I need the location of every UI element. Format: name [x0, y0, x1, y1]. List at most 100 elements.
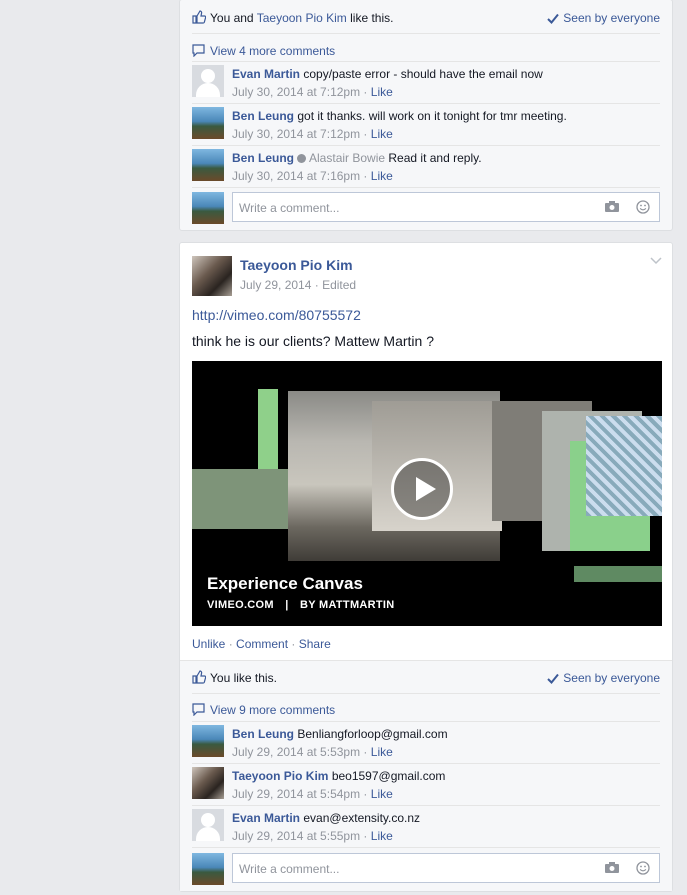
comment-timestamp[interactable]: July 29, 2014 at 5:53pm [232, 745, 360, 759]
divider [192, 847, 660, 848]
comment-text: copy/paste error - should have the email… [303, 67, 543, 81]
camera-icon[interactable] [605, 201, 619, 212]
check-icon [547, 13, 560, 24]
unlike-link[interactable]: Unlike [192, 637, 225, 651]
post-link[interactable]: http://vimeo.com/80755572 [192, 307, 361, 323]
comment-text: beo1597@gmail.com [331, 769, 446, 783]
seen-by-everyone[interactable]: Seen by everyone [547, 9, 660, 27]
divider [192, 33, 660, 34]
comment-item: Ben Leung Alastair Bowie Read it and rep… [192, 149, 660, 185]
comment-body: Evan Martin copy/paste error - should ha… [232, 67, 543, 99]
divider [192, 805, 660, 806]
comment-input[interactable]: Write a comment... [232, 192, 660, 222]
avatar[interactable] [192, 149, 224, 181]
thumbs-up-icon [192, 670, 206, 684]
post-card-2: Taeyoon Pio Kim July 29, 2014 · Edited h… [179, 242, 673, 892]
comment-timestamp[interactable]: July 29, 2014 at 5:54pm [232, 787, 360, 801]
comment-body: Ben Leung got it thanks. will work on it… [232, 109, 567, 141]
comment-placeholder: Write a comment... [239, 201, 340, 215]
seen-label: Seen by everyone [563, 11, 660, 25]
avatar[interactable] [192, 853, 224, 885]
smiley-icon[interactable] [636, 200, 650, 214]
ufi-area: You like this. Seen by everyone View 9 m… [180, 660, 672, 891]
comment-item: Ben Leung Benliangforloop@gmail.com July… [192, 725, 660, 761]
divider [192, 721, 660, 722]
comment-author-link[interactable]: Taeyoon Pio Kim [232, 769, 328, 783]
comment-text: Read it and reply. [388, 151, 482, 165]
post-edited[interactable]: Edited [322, 278, 356, 292]
comment-like-link[interactable]: Like [371, 169, 393, 183]
comment-placeholder: Write a comment... [239, 862, 340, 876]
comment-body: Taeyoon Pio Kim beo1597@gmail.com July 2… [232, 769, 446, 801]
comment-timestamp[interactable]: July 29, 2014 at 5:55pm [232, 829, 360, 843]
seen-by-everyone[interactable]: Seen by everyone [547, 669, 660, 687]
camera-icon[interactable] [605, 862, 619, 873]
likes-text: You like this. [210, 671, 277, 685]
thumbs-up-icon [192, 10, 206, 24]
divider [192, 145, 660, 146]
action-separator: · [228, 637, 233, 651]
post-author-link[interactable]: Taeyoon Pio Kim [240, 257, 353, 273]
smiley-icon[interactable] [636, 861, 650, 875]
play-icon [414, 475, 438, 503]
likes-name-link[interactable]: Taeyoon Pio Kim [257, 11, 347, 25]
likes-row: You and Taeyoon Pio Kim like this. Seen … [192, 9, 660, 27]
comment-item: Taeyoon Pio Kim beo1597@gmail.com July 2… [192, 767, 660, 803]
likes-row: You like this. Seen by everyone [192, 669, 660, 687]
comment-like-link[interactable]: Like [371, 787, 393, 801]
comment-item: Evan Martin evan@extensity.co.nz July 29… [192, 809, 660, 845]
comment-body: Evan Martin evan@extensity.co.nz July 29… [232, 811, 421, 843]
comment-link[interactable]: Comment [236, 637, 288, 651]
comment-timestamp[interactable]: July 30, 2014 at 7:16pm [232, 169, 360, 183]
comment-item: Ben Leung got it thanks. will work on it… [192, 107, 660, 143]
likes-suffix: like this. [346, 11, 394, 25]
avatar[interactable] [192, 809, 224, 841]
view-more-row[interactable]: View 9 more comments [192, 701, 660, 719]
comment-timestamp[interactable]: July 30, 2014 at 7:12pm [232, 85, 360, 99]
author-avatar[interactable] [192, 256, 232, 296]
seen-label: Seen by everyone [563, 671, 660, 685]
comment-body: Ben Leung Alastair Bowie Read it and rep… [232, 151, 482, 183]
comment-author-link[interactable]: Evan Martin [232, 811, 300, 825]
tagged-person-link[interactable]: Alastair Bowie [309, 151, 385, 165]
divider [192, 61, 660, 62]
comment-author-link[interactable]: Ben Leung [232, 727, 294, 741]
post-card-1: You and Taeyoon Pio Kim like this. Seen … [179, 0, 673, 231]
comment-like-link[interactable]: Like [371, 829, 393, 843]
post-meta: July 29, 2014 · Edited [240, 278, 357, 292]
avatar[interactable] [192, 767, 224, 799]
view-more-comments-link[interactable]: View 4 more comments [210, 42, 335, 60]
post-message: think he is our clients? Mattew Martin ? [192, 333, 434, 349]
comment-author-link[interactable]: Evan Martin [232, 67, 300, 81]
likes-prefix: You and [210, 11, 257, 25]
divider [192, 763, 660, 764]
write-comment-row: Write a comment... [192, 853, 660, 885]
comment-author-link[interactable]: Ben Leung [232, 151, 294, 165]
avatar[interactable] [192, 725, 224, 757]
avatar[interactable] [192, 192, 224, 224]
comment-timestamp[interactable]: July 30, 2014 at 7:12pm [232, 127, 360, 141]
video-preview[interactable]: Experience Canvas VIMEO.COM | BY MATTMAR… [192, 361, 662, 626]
video-title[interactable]: Experience Canvas [207, 574, 363, 594]
comment-like-link[interactable]: Like [371, 127, 393, 141]
video-source-domain: VIMEO.COM [207, 599, 274, 611]
comment-text: got it thanks. will work on it tonight f… [297, 109, 567, 123]
write-comment-row: Write a comment... [192, 192, 660, 224]
video-source: VIMEO.COM | BY MATTMARTIN [207, 599, 395, 611]
comment-icon [192, 703, 205, 716]
avatar[interactable] [192, 65, 224, 97]
view-more-row[interactable]: View 4 more comments [192, 42, 660, 60]
play-button[interactable] [391, 458, 453, 520]
post-date[interactable]: July 29, 2014 [240, 278, 311, 292]
share-link[interactable]: Share [299, 637, 331, 651]
comment-like-link[interactable]: Like [371, 85, 393, 99]
comment-author-link[interactable]: Ben Leung [232, 109, 294, 123]
comment-input[interactable]: Write a comment... [232, 853, 660, 883]
check-icon [547, 673, 560, 684]
view-more-comments-link[interactable]: View 9 more comments [210, 701, 335, 719]
video-source-separator: | [285, 599, 289, 611]
chevron-down-icon[interactable] [650, 257, 662, 265]
likes-text: You and Taeyoon Pio Kim like this. [210, 9, 393, 27]
avatar[interactable] [192, 107, 224, 139]
comment-like-link[interactable]: Like [371, 745, 393, 759]
